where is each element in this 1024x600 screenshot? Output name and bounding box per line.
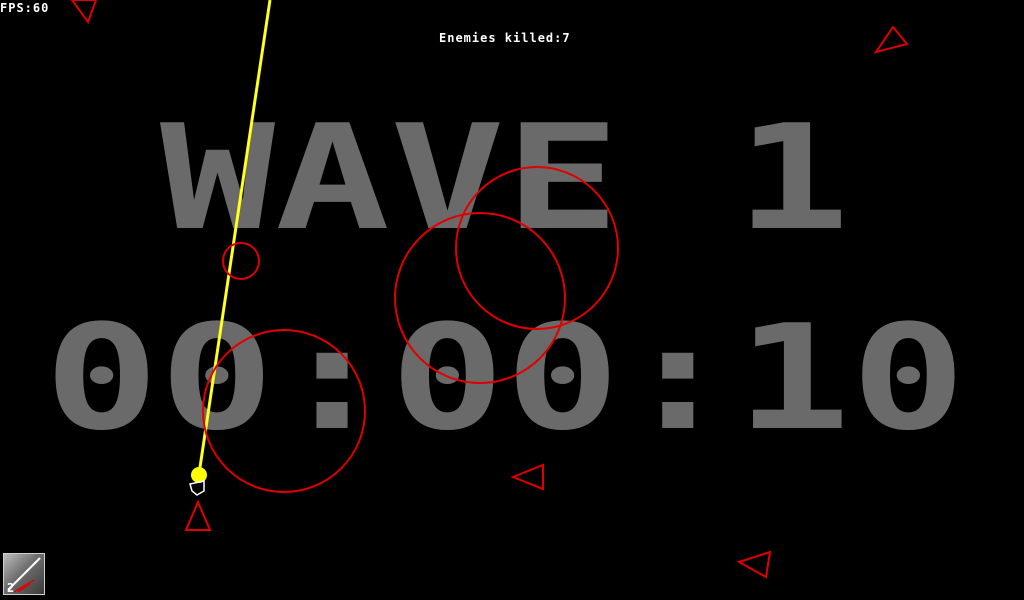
enemy-triangle <box>510 463 544 491</box>
player-ship <box>189 480 205 496</box>
weapon-count: 2 <box>7 581 15 595</box>
fps-counter: FPS:60 <box>0 1 50 15</box>
playfield: WAVE 1 00:00:10 <box>44 0 966 579</box>
enemy-triangle <box>70 0 98 25</box>
enemy-triangle <box>873 25 909 54</box>
game-canvas[interactable]: WAVE 1 00:00:10 FPS:60 Enemies killed:7 … <box>0 0 1024 600</box>
enemies-killed-counter: Enemies killed:7 <box>439 31 571 45</box>
enemy-triangle <box>736 550 772 579</box>
enemy-triangle <box>184 499 212 531</box>
wave-banner: WAVE 1 <box>160 94 850 263</box>
